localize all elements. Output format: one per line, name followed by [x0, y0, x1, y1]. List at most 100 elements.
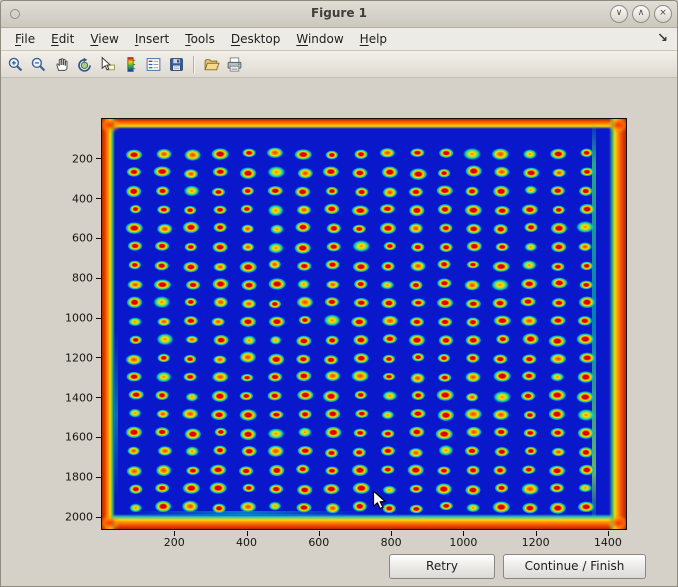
spot [156, 334, 173, 346]
spot [240, 501, 257, 512]
spot [550, 315, 566, 326]
spot [579, 352, 596, 363]
spot [466, 335, 482, 346]
toolbar-zoom-in-button[interactable] [4, 53, 27, 75]
spot [212, 188, 225, 197]
y-tick-mark [96, 238, 101, 239]
menu-file[interactable]: File [7, 29, 43, 49]
spot [551, 242, 567, 253]
y-tick-label: 1200 [65, 351, 93, 364]
spot [296, 355, 310, 365]
zoom-in-icon [7, 56, 24, 73]
spot [439, 243, 453, 252]
menu-insert[interactable]: Insert [127, 29, 177, 49]
spot [465, 484, 481, 495]
x-tick-mark [391, 531, 392, 536]
spot [126, 223, 144, 235]
spot [209, 482, 227, 494]
spot [297, 484, 314, 495]
x-tick-label: 600 [308, 536, 329, 549]
spot [410, 408, 426, 419]
menu-desktop[interactable]: Desktop [223, 29, 289, 49]
spot [129, 389, 145, 400]
spot [157, 317, 171, 327]
spot [239, 466, 254, 476]
spot [239, 428, 256, 439]
spot [577, 409, 595, 421]
spot [353, 279, 368, 289]
spot [383, 372, 396, 381]
toolbar-data-cursor-button[interactable] [96, 53, 119, 75]
spot [523, 167, 540, 178]
toolbar-colorbar-button[interactable] [119, 53, 142, 75]
dock-icon[interactable]: ↘ [657, 31, 668, 46]
spot [128, 484, 142, 494]
toolbar-save-button[interactable] [165, 53, 188, 75]
spot [212, 390, 229, 402]
toolbar-open-button[interactable] [200, 53, 223, 75]
plot-axes[interactable]: 2004006008001000120014001600180020002004… [101, 118, 627, 530]
y-tick-label: 1800 [65, 471, 93, 484]
spot [268, 299, 281, 308]
menu-window[interactable]: Window [288, 29, 351, 49]
spot [126, 354, 143, 366]
spot [241, 187, 255, 196]
spot [351, 205, 368, 217]
minimize-button[interactable]: ∨ [610, 5, 628, 23]
toolbar-legend-button[interactable] [142, 53, 165, 75]
toolbar-pan-button[interactable] [50, 53, 73, 75]
spot [156, 410, 169, 419]
toolbar-zoom-out-button[interactable] [27, 53, 50, 75]
spot [408, 223, 423, 233]
menu-items: FileEditViewInsertToolsDesktopWindowHelp [1, 28, 677, 50]
titlebar[interactable]: Figure 1 ∨∧× [1, 1, 677, 28]
spot [125, 427, 142, 439]
toolbar-print-button[interactable] [223, 53, 246, 75]
spot [213, 355, 227, 365]
spot [155, 390, 169, 399]
spot [155, 186, 170, 196]
spot [182, 501, 199, 512]
menu-edit[interactable]: Edit [43, 29, 82, 49]
menu-tools[interactable]: Tools [177, 29, 223, 49]
spot [298, 446, 314, 457]
continue-finish-button[interactable]: Continue / Finish [503, 554, 646, 579]
menu-help[interactable]: Help [352, 29, 395, 49]
spot [212, 242, 228, 253]
menu-view[interactable]: View [82, 29, 126, 49]
spot [494, 447, 509, 457]
spot [153, 296, 170, 308]
spot [185, 447, 199, 456]
spot [552, 447, 565, 456]
spot [580, 281, 594, 290]
spot [157, 205, 171, 215]
spot [464, 408, 482, 420]
spot [465, 223, 482, 234]
spot [324, 203, 341, 214]
spot [157, 353, 171, 362]
spot [126, 167, 141, 177]
spot [128, 241, 143, 251]
spot [549, 502, 566, 514]
spot [523, 149, 537, 159]
spot [352, 448, 366, 457]
maximize-button[interactable]: ∧ [632, 5, 650, 23]
save-icon [168, 56, 185, 73]
spot [322, 166, 339, 178]
spot [184, 206, 197, 215]
spot [353, 261, 370, 273]
spot [211, 409, 228, 420]
spot [268, 316, 285, 328]
retry-button[interactable]: Retry [389, 554, 495, 579]
x-tick-mark [174, 531, 175, 536]
spot [354, 187, 369, 197]
spot [185, 335, 198, 344]
spot [408, 334, 425, 346]
spot [492, 409, 509, 421]
spot [437, 297, 454, 308]
spot [323, 355, 338, 365]
spot [580, 148, 594, 157]
y-tick-label: 2000 [65, 511, 93, 524]
toolbar-rotate-3d-button[interactable] [73, 53, 96, 75]
close-button[interactable]: × [654, 5, 672, 23]
